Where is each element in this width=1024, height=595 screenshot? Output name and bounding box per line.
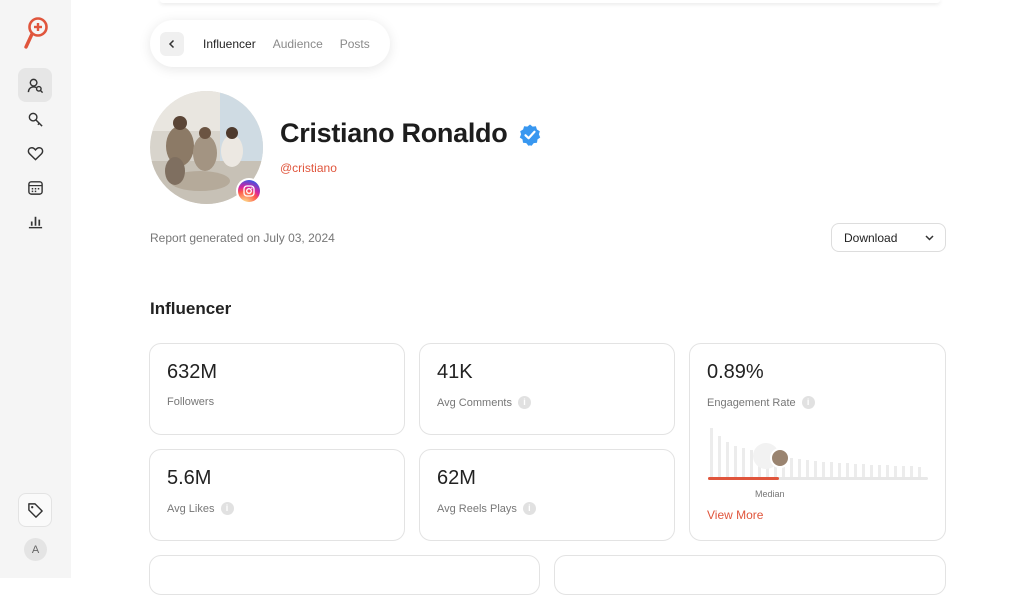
view-more-link[interactable]: View More	[707, 508, 763, 522]
chevron-down-icon	[925, 235, 934, 241]
report-tab-bar: Influencer Audience Posts	[150, 20, 390, 67]
info-icon[interactable]: i	[522, 502, 536, 515]
stat-label: Engagement Rate i	[707, 396, 815, 409]
calendar-icon	[27, 180, 43, 195]
info-icon[interactable]: i	[801, 396, 815, 409]
profile-handle-link[interactable]: @cristiano	[280, 161, 337, 175]
stat-card-avg-reels-plays: 62M Avg Reels Plays i	[419, 449, 675, 541]
stat-label: Avg Likes i	[167, 502, 234, 515]
bar-chart-icon	[28, 216, 42, 228]
engagement-distribution-graph	[708, 428, 928, 480]
download-label: Download	[844, 230, 898, 245]
user-search-icon	[27, 78, 43, 93]
logo-search-icon[interactable]	[22, 16, 50, 52]
instagram-icon	[243, 185, 255, 197]
chevron-left-icon	[168, 39, 175, 48]
sidebar-item-keyword-search[interactable]	[18, 102, 52, 136]
section-title: Influencer	[150, 299, 232, 318]
back-button[interactable]	[160, 31, 184, 56]
top-panel-edge	[160, 0, 940, 3]
tag-icon	[27, 502, 43, 518]
bottom-card-left	[149, 555, 540, 595]
stat-value: 5.6M	[167, 467, 212, 489]
stat-value: 62M	[437, 467, 476, 489]
stat-label: Avg Comments i	[437, 396, 531, 409]
tab-audience[interactable]: Audience	[273, 37, 323, 51]
heart-icon	[27, 146, 43, 161]
stat-card-avg-likes: 5.6M Avg Likes i	[149, 449, 405, 541]
stat-card-avg-comments: 41K Avg Comments i	[419, 343, 675, 435]
tab-influencer[interactable]: Influencer	[203, 37, 256, 51]
sidebar-item-favorites[interactable]	[18, 136, 52, 170]
info-icon[interactable]: i	[518, 396, 531, 409]
bottom-card-right	[554, 555, 946, 595]
profile-name: Cristiano Ronaldo	[280, 118, 508, 148]
user-avatar[interactable]: A	[24, 538, 47, 561]
info-icon[interactable]: i	[220, 502, 234, 515]
stat-label: Avg Reels Plays i	[437, 502, 536, 515]
sidebar-item-pricing[interactable]	[18, 493, 52, 527]
report-generated-date: Report generated on July 03, 2024	[150, 231, 335, 245]
median-label: Median	[755, 489, 785, 499]
verified-badge-icon	[519, 124, 541, 146]
stat-value: 41K	[437, 361, 473, 383]
sidebar-item-calendar[interactable]	[18, 170, 52, 204]
stat-value: 632M	[167, 361, 218, 383]
sidebar-item-analytics[interactable]	[18, 204, 52, 238]
stat-card-followers: 632M Followers	[149, 343, 405, 435]
tab-posts[interactable]: Posts	[340, 37, 370, 51]
sidebar-item-influencers[interactable]	[18, 68, 52, 102]
download-dropdown[interactable]: Download	[831, 223, 946, 252]
stat-value: 0.89%	[707, 361, 764, 383]
stat-label: Followers	[167, 396, 215, 408]
profile-marker-avatar	[770, 448, 790, 468]
key-search-icon	[28, 112, 43, 127]
instagram-badge	[236, 178, 262, 204]
sidebar: A	[0, 0, 71, 578]
